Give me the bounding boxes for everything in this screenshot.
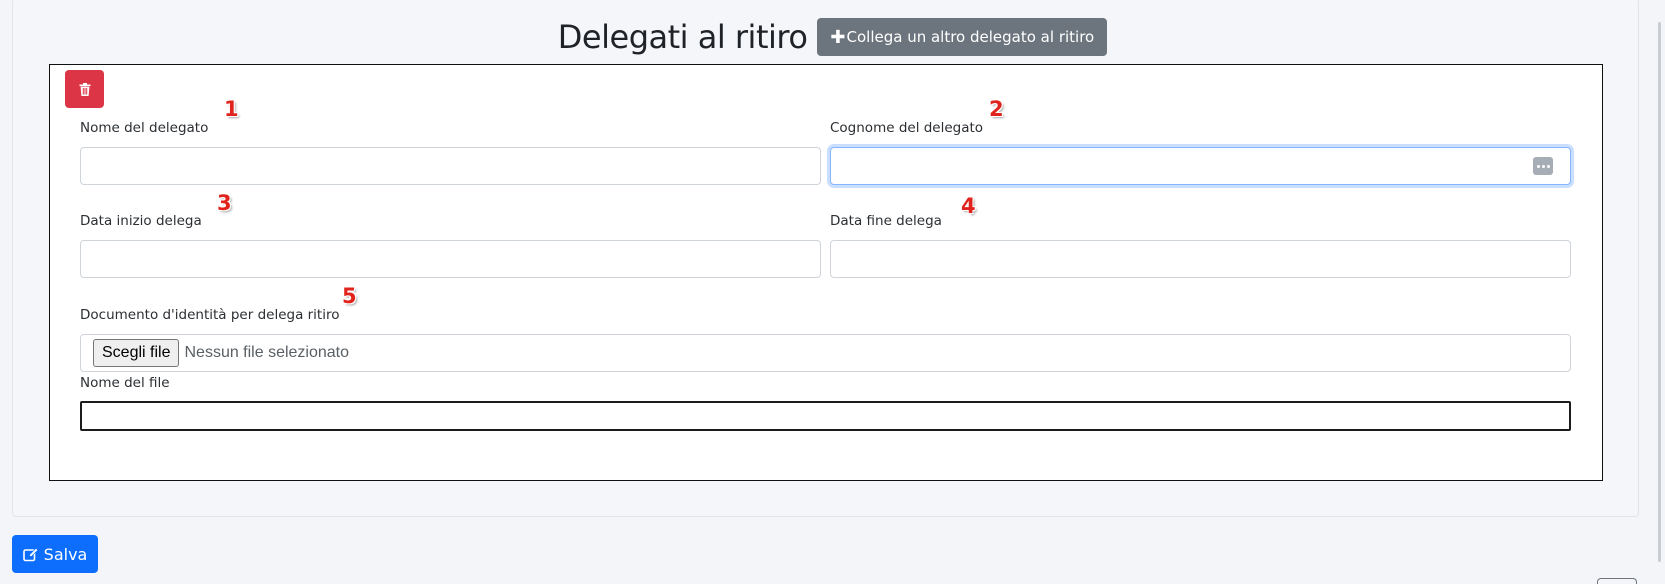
last-name-input[interactable]	[830, 147, 1571, 185]
id-document-file-input[interactable]: Scegli file Nessun file selezionato	[80, 334, 1571, 372]
last-name-label: Cognome del delegato	[830, 120, 984, 136]
end-date-input[interactable]	[830, 240, 1571, 278]
annotation-marker-4: 4	[961, 194, 976, 218]
choose-file-button[interactable]: Scegli file	[93, 339, 180, 367]
first-name-label: Nome del delegato	[80, 120, 209, 136]
file-status-text: Nessun file selezionato	[184, 344, 350, 361]
annotation-marker-5: 5	[342, 284, 357, 308]
start-date-label: Data inizio delega	[80, 213, 202, 229]
first-name-input[interactable]	[80, 147, 821, 185]
file-name-label: Nome del file	[80, 375, 170, 391]
delete-delegate-button[interactable]	[65, 70, 104, 108]
save-label: Salva	[43, 544, 88, 564]
corner-widget[interactable]	[1597, 578, 1637, 584]
annotation-marker-1: 1	[224, 97, 239, 121]
page: Delegati al ritiro ✚ Collega un altro de…	[0, 0, 1665, 584]
end-date-label: Data fine delega	[830, 213, 942, 229]
page-title: Delegati al ritiro	[557, 18, 808, 56]
delegate-form: Nome del delegato 1 Cognome del delegato…	[49, 64, 1603, 481]
id-document-label: Documento d'identità per delega ritiro	[80, 307, 340, 323]
add-delegate-button[interactable]: ✚ Collega un altro delegato al ritiro	[817, 18, 1108, 56]
save-button[interactable]: Salva	[12, 535, 98, 573]
edit-icon	[22, 547, 38, 561]
section-header: Delegati al ritiro ✚ Collega un altro de…	[0, 16, 1665, 58]
add-delegate-label: Collega un altro delegato al ritiro	[846, 28, 1095, 46]
trash-icon	[79, 82, 90, 96]
start-date-input[interactable]	[80, 240, 821, 278]
password-manager-icon[interactable]	[1533, 157, 1553, 175]
annotation-marker-3: 3	[217, 191, 232, 215]
file-name-input[interactable]	[80, 401, 1571, 431]
plus-icon: ✚	[830, 26, 846, 48]
annotation-marker-2: 2	[989, 97, 1004, 121]
scrollbar-thumb[interactable]	[1658, 22, 1661, 562]
